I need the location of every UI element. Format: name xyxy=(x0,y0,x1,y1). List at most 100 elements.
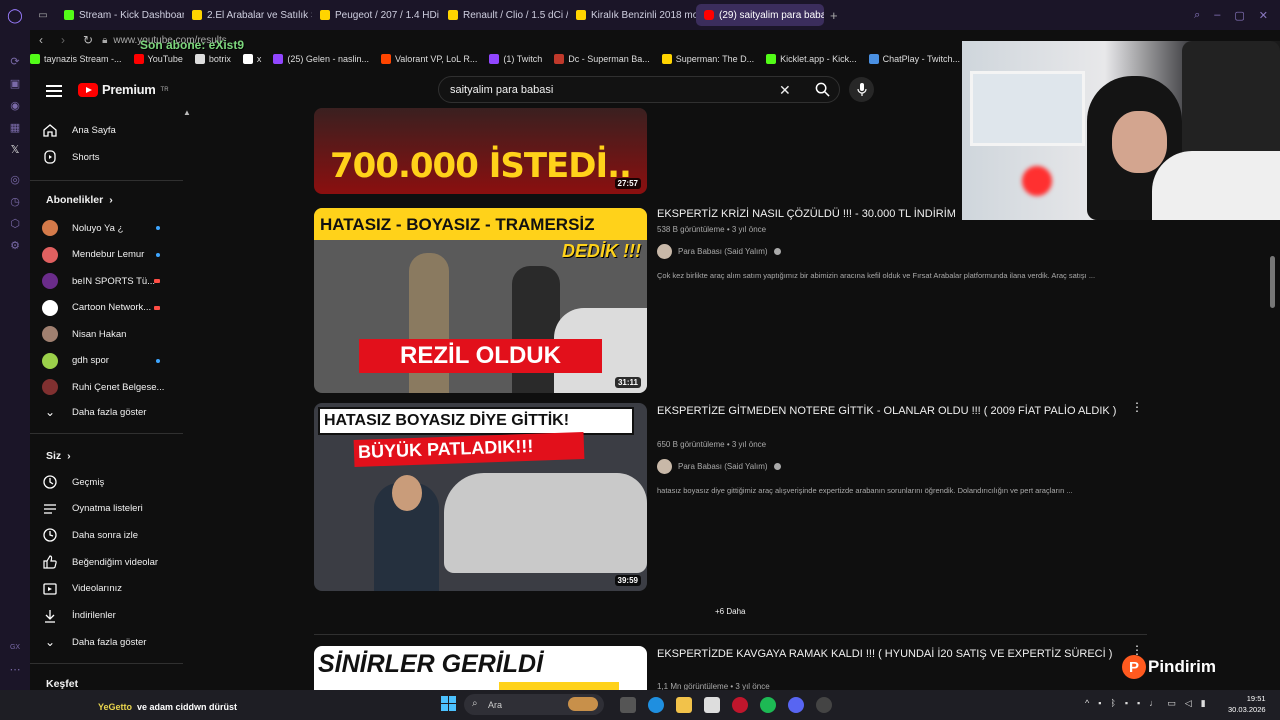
bluetooth-icon[interactable]: ᛒ xyxy=(1110,698,1115,709)
tab-manager-icon[interactable]: ▭ xyxy=(30,10,56,21)
sidebar-subscription-item[interactable]: Mendebur Lemur xyxy=(40,243,180,267)
bookmark-item[interactable]: (25) Gelen - naslin... xyxy=(273,54,369,64)
tray-app-icon[interactable]: ▪ xyxy=(1125,698,1128,709)
youtube-premium-logo[interactable]: Premium TR xyxy=(78,82,169,97)
tab-youtube-active[interactable]: (29) saityalim para babası xyxy=(696,4,824,26)
reload-icon[interactable]: ↻ xyxy=(83,33,93,47)
show-more-you[interactable]: ⌄ Daha fazla göster xyxy=(40,630,180,654)
more-actions-icon[interactable]: ⋮ xyxy=(1131,644,1143,656)
clear-search-icon[interactable]: ✕ xyxy=(779,82,791,99)
sidebar-subscription-item[interactable]: Ruhi Çenet Belgese... xyxy=(40,375,180,399)
channel-link[interactable]: Para Babası (Said Yalım) xyxy=(657,459,781,474)
player-icon[interactable]: ▦ xyxy=(0,116,30,138)
speed-dial-icon[interactable]: ▣ xyxy=(0,72,30,94)
more-icon[interactable]: ⋯ xyxy=(0,658,30,680)
discord-icon[interactable] xyxy=(788,697,804,713)
video-thumbnail[interactable]: HATASIZ - BOYASIZ - TRAMERSİZ DEDİK !!! … xyxy=(314,208,647,393)
sidebar-subscription-item[interactable]: Nisan Hakan xyxy=(40,322,180,346)
bookmark-favicon-icon xyxy=(194,54,205,64)
bookmark-item[interactable]: Kicklet.app - Kick... xyxy=(766,54,857,64)
sidebar-item-video[interactable]: Videolarınız xyxy=(40,577,180,601)
bookmark-item[interactable]: taynazis Stream -... xyxy=(30,54,122,64)
tray-app-icon[interactable]: ▪ xyxy=(1137,698,1140,709)
settings-icon[interactable]: ⚙ xyxy=(0,234,30,256)
bookmark-item[interactable]: Superman: The D... xyxy=(661,54,754,64)
history-icon[interactable]: ⟳ xyxy=(0,50,30,72)
bookmark-item[interactable]: botrix xyxy=(194,54,231,64)
back-icon[interactable]: ‹ xyxy=(39,33,43,47)
tab-kick-dashboard[interactable]: Stream - Kick Dashboard xyxy=(56,4,184,26)
close-icon[interactable]: ✕ xyxy=(1259,9,1268,22)
taskbar-search[interactable]: ⌕ Ara xyxy=(464,694,604,715)
bookmark-item[interactable]: x xyxy=(242,54,261,64)
search-input[interactable]: saityalim para babasi xyxy=(450,84,553,96)
tray-chevron-up-icon[interactable]: ^ xyxy=(1085,698,1089,709)
obs-icon[interactable] xyxy=(816,697,832,713)
bookmark-item[interactable]: ChatPlay - Twitch... xyxy=(868,54,960,64)
show-more-subs[interactable]: ⌄ Daha fazla göster xyxy=(40,400,180,424)
video-title[interactable]: EKSPERTİZDE KAVGAYA RAMAK KALDI !!! ( HY… xyxy=(657,646,1127,662)
file-explorer-icon[interactable] xyxy=(676,697,692,713)
edge-icon[interactable] xyxy=(648,697,664,713)
forward-icon[interactable]: › xyxy=(61,33,65,47)
search-box[interactable]: saityalim para babasi ✕ xyxy=(438,76,840,103)
search-button[interactable] xyxy=(804,77,840,102)
more-actions-icon[interactable]: ⋮ xyxy=(1131,401,1143,413)
sidebar-subscription-item[interactable]: gdh spor xyxy=(40,349,180,373)
volume-icon[interactable]: ◁ xyxy=(1185,698,1192,709)
spotify-icon[interactable] xyxy=(760,697,776,713)
bookmark-item[interactable]: Valorant VP, LoL R... xyxy=(380,54,477,64)
start-button[interactable] xyxy=(441,696,456,716)
clock-icon[interactable]: ◷ xyxy=(0,190,30,212)
bookmark-item[interactable]: (1) Twitch xyxy=(489,54,542,64)
task-view-icon[interactable] xyxy=(620,697,636,713)
video-thumbnail[interactable]: HATASIZ BOYASIZ DİYE GİTTİK! BÜYÜK PATLA… xyxy=(314,403,647,591)
sidebar-subscription-item[interactable]: Cartoon Network... xyxy=(40,296,180,320)
video-thumbnail[interactable]: 700.000 İSTEDİ.. 27:57 xyxy=(314,108,647,194)
opera-gx-logo-icon[interactable]: ◯ xyxy=(0,0,30,30)
bookmark-item[interactable]: YouTube xyxy=(133,54,183,64)
minimize-icon[interactable]: – xyxy=(1214,9,1220,22)
show-more-results-button[interactable]: +6 Daha xyxy=(715,607,745,616)
battery-icon[interactable]: ▮ xyxy=(1201,698,1206,709)
microphone-icon[interactable]: ♩ xyxy=(1149,698,1158,709)
new-tab-plus-icon[interactable]: + xyxy=(824,8,844,23)
you-heading[interactable]: Siz › xyxy=(46,450,71,462)
store-icon[interactable] xyxy=(704,697,720,713)
network-icon[interactable]: ▭ xyxy=(1167,698,1176,709)
maximize-icon[interactable]: ▢ xyxy=(1234,9,1244,22)
voice-search-button[interactable] xyxy=(849,77,874,102)
sidebar-scroll-up-icon[interactable]: ▲ xyxy=(183,108,191,117)
sidebar-item-history[interactable]: Geçmiş xyxy=(40,470,180,494)
sidebar-item-watch-later[interactable]: Daha sonra izle xyxy=(40,523,180,547)
search-icon[interactable]: ⌕ xyxy=(1194,9,1200,22)
tray-app-icon[interactable]: ▪ xyxy=(1098,698,1101,709)
video-title[interactable]: EKSPERTİZE GİTMEDEN NOTERE GİTTİK - OLAN… xyxy=(657,403,1127,419)
tab-peugeot[interactable]: Peugeot / 207 / 1.4 HDi / T xyxy=(312,4,440,26)
bookmark-item[interactable]: Dc - Superman Ba... xyxy=(554,54,650,64)
page-scrollbar[interactable] xyxy=(1270,256,1275,308)
tab-renault[interactable]: Renault / Clio / 1.5 dCi / Jo xyxy=(440,4,568,26)
sidebar-item-playlist[interactable]: Oynatma listeleri xyxy=(40,497,180,521)
cube-icon[interactable]: ⬡ xyxy=(0,212,30,234)
channel-link[interactable]: Para Babası (Said Yalım) xyxy=(657,244,781,259)
sidebar-subscription-item[interactable]: beIN SPORTS Tü... xyxy=(40,269,180,293)
video-thumbnail[interactable]: SİNİRLER GERİLDİ xyxy=(314,646,647,690)
sidebar-item-like[interactable]: Beğendiğim videolar xyxy=(40,550,180,574)
section-title: Abonelikler xyxy=(46,194,104,206)
tab-kiralik[interactable]: Kiralık Benzinli 2018 mode xyxy=(568,4,696,26)
play-circle-icon[interactable]: ◎ xyxy=(0,168,30,190)
opera-gx-icon[interactable] xyxy=(732,697,748,713)
subscriptions-heading[interactable]: Abonelikler › xyxy=(46,194,113,206)
sidebar-item-download[interactable]: İndirilenler xyxy=(40,604,180,628)
hamburger-menu-icon[interactable] xyxy=(46,82,62,98)
messenger-icon[interactable]: ◉ xyxy=(0,94,30,116)
sidebar-item-shorts[interactable]: Shorts xyxy=(40,145,180,169)
taskbar-clock[interactable]: 19:51 30.03.2026 xyxy=(1228,693,1266,715)
sidebar-item-label: Noluyo Ya ¿ xyxy=(72,222,124,234)
gx-icon[interactable]: GX xyxy=(0,636,30,658)
x-icon[interactable]: 𝕏 xyxy=(0,138,30,160)
sidebar-subscription-item[interactable]: Noluyo Ya ¿ xyxy=(40,216,180,240)
sidebar-item-home[interactable]: Ana Sayfa xyxy=(40,118,180,142)
tab-arabalar[interactable]: 2.El Arabalar ve Satılık Sıfı xyxy=(184,4,312,26)
